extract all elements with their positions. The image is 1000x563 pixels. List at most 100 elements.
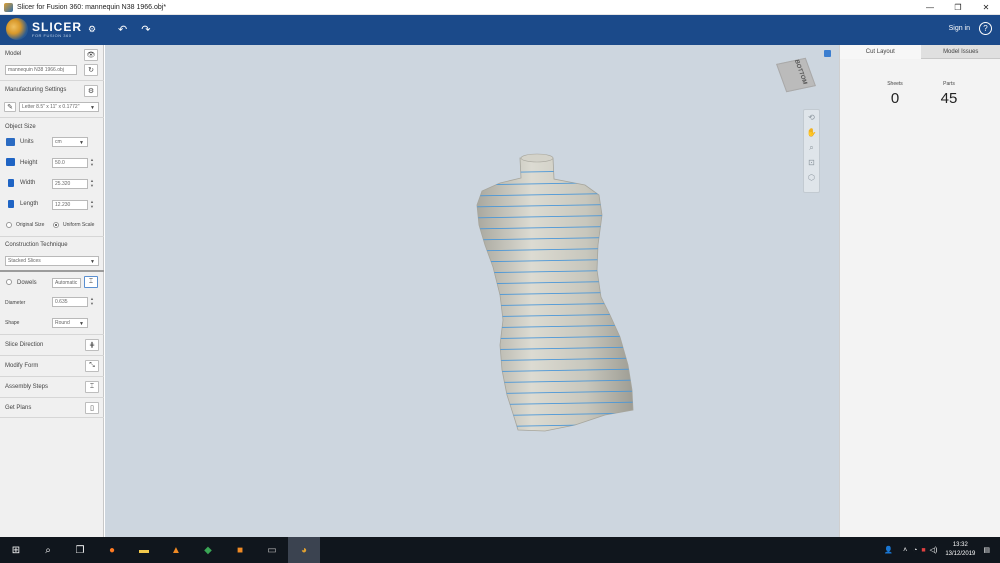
app-header: SLICER FOR FUSION 360 ⚙ ↶ ↷ Sign in ? (0, 15, 1000, 45)
assembly-steps-icon[interactable]: ⌶ (85, 381, 99, 393)
window-controls: — ❐ ✕ (916, 0, 1000, 15)
antivirus-icon[interactable]: ■ (921, 547, 925, 554)
slice-direction-item[interactable]: Slice Direction ⋕ (0, 334, 104, 355)
height-field[interactable]: 50.0 (52, 158, 88, 168)
chevron-down-icon: ▼ (79, 140, 84, 146)
task-view-icon[interactable]: ❐ (64, 537, 96, 563)
clock-date: 13/12/2019 (945, 551, 976, 557)
logo-name: SLICER (32, 19, 83, 34)
divider (0, 117, 104, 118)
notifications-icon[interactable]: ▤ (983, 546, 990, 554)
length-icon (8, 200, 14, 208)
parts-label: Parts (943, 81, 955, 87)
modify-form-label: Modify Form (5, 363, 39, 369)
uniform-scale-radio[interactable] (53, 222, 59, 228)
mannequin-model[interactable] (105, 45, 839, 537)
shape-label: Shape (5, 320, 20, 326)
construction-value: Stacked Slices (8, 258, 41, 264)
object-size-label: Object Size (5, 124, 36, 130)
tab-cut-layout[interactable]: Cut Layout (840, 45, 921, 59)
diameter-field[interactable]: 0.635 (52, 297, 88, 307)
3d-viewport[interactable]: BOTTOM ⟲ ✋ ⌕ ⊡ ⬡ (105, 45, 839, 537)
maximize-button[interactable]: ❐ (944, 0, 972, 15)
construction-technique-label: Construction Technique (5, 242, 68, 248)
dowels-radio[interactable] (6, 279, 12, 285)
units-label: Units (20, 139, 34, 145)
divider (0, 270, 104, 272)
gear-icon[interactable]: ⚙ (84, 85, 98, 97)
diameter-stepper[interactable]: ▲ ▼ (89, 296, 95, 307)
height-stepper[interactable]: ▲ ▼ (89, 157, 95, 168)
undo-icon[interactable]: ↶ (118, 23, 127, 36)
neck-top (520, 153, 554, 163)
redo-icon[interactable]: ↷ (141, 23, 150, 36)
modify-form-icon[interactable]: ⤡ (85, 360, 99, 372)
people-icon[interactable]: 👤 (884, 546, 893, 554)
shape-value: Round (55, 320, 70, 326)
system-tray: 👤 ˄ ◔ ■ ◁) 13:32 13/12/2019 ▤ (884, 537, 1000, 563)
units-icon (6, 138, 15, 146)
model-label: Model (5, 51, 22, 57)
modify-form-item[interactable]: Modify Form ⤡ (0, 355, 104, 376)
units-select[interactable]: cm ▼ (52, 137, 88, 147)
assembly-steps-item[interactable]: Assembly Steps ⌶ (0, 376, 104, 397)
construction-select[interactable]: Stacked Slices ▼ (5, 256, 99, 266)
parts-value: 45 (940, 90, 958, 107)
dowel-height-icon[interactable]: ⌶ (84, 276, 98, 288)
vlc-icon[interactable]: ▲ (160, 537, 192, 563)
length-stepper[interactable]: ▲ ▼ (89, 199, 95, 210)
divider (0, 80, 104, 81)
get-plans-item[interactable]: Get Plans ▯ (0, 397, 104, 418)
width-field[interactable]: 25.320 (52, 179, 88, 189)
slicer-taskbar-icon[interactable]: ◕ (288, 537, 320, 563)
network-icon[interactable]: ◔ (913, 547, 917, 554)
pencil-icon[interactable]: ✎ (4, 102, 16, 112)
model-file-field[interactable]: mannequin N38 1966.obj (5, 65, 77, 75)
sheets-value: 0 (890, 90, 900, 107)
width-stepper[interactable]: ▲ ▼ (89, 178, 95, 189)
shape-select[interactable]: Round ▼ (52, 318, 88, 328)
volume-icon[interactable]: ◁) (930, 546, 938, 554)
file-explorer-icon[interactable]: ▬ (128, 537, 160, 563)
taskbar: ⊞ ⌕ ❐ ● ▬ ▲ ◆ ■ ▭ ◕ 👤 ˄ ◔ ■ ◁) 13:32 13/… (0, 537, 1000, 563)
shield-app-icon[interactable]: ◆ (192, 537, 224, 563)
terminal-app-icon[interactable]: ▭ (256, 537, 288, 563)
close-button[interactable]: ✕ (972, 0, 1000, 15)
chevron-up-icon[interactable]: ˄ (903, 547, 907, 554)
settings-gear-icon[interactable]: ⚙ (88, 24, 96, 35)
fusion-app-icon[interactable]: ■ (224, 537, 256, 563)
width-icon (8, 179, 14, 187)
length-field[interactable]: 12.230 (52, 200, 88, 210)
reload-icon[interactable]: ↻ (84, 64, 98, 76)
manufacturing-value: Letter 8.5" x 11" x 0.1772" (22, 104, 80, 110)
manufacturing-settings-label: Manufacturing Settings (5, 87, 67, 93)
window-title: Slicer for Fusion 360: mannequin N38 196… (17, 3, 167, 11)
parts-stat: Parts 45 (929, 81, 969, 107)
original-size-radio[interactable] (6, 222, 12, 228)
dowels-mode[interactable]: Automatic (52, 278, 81, 288)
search-icon[interactable]: ⌕ (32, 537, 64, 563)
manufacturing-select[interactable]: Letter 8.5" x 11" x 0.1772" ▼ (19, 102, 99, 112)
minimize-button[interactable]: — (916, 0, 944, 15)
tab-model-issues[interactable]: Model Issues (920, 45, 1000, 59)
firefox-icon[interactable]: ● (96, 537, 128, 563)
chevron-down-icon: ▼ (90, 105, 95, 111)
eye-icon[interactable]: 👁 (84, 49, 98, 61)
clock[interactable]: 13:32 13/12/2019 (945, 541, 975, 559)
undo-redo: ↶ ↷ (118, 23, 150, 36)
right-tabs: Cut Layout Model Issues (840, 45, 1000, 59)
uniform-scale-label: Uniform Scale (63, 222, 95, 228)
get-plans-icon[interactable]: ▯ (85, 402, 99, 414)
assembly-steps-label: Assembly Steps (5, 384, 49, 390)
windows-start-icon[interactable]: ⊞ (0, 537, 32, 563)
diameter-label: Diameter (5, 300, 26, 306)
height-icon (6, 158, 15, 166)
chevron-down-icon: ▼ (90, 259, 95, 265)
height-label: Height (20, 160, 38, 166)
sign-in-link[interactable]: Sign in (949, 25, 970, 32)
title-bar: Slicer for Fusion 360: mannequin N38 196… (0, 0, 1000, 15)
dowels-label: Dowels (17, 280, 37, 286)
sheets-label: Sheets (887, 81, 903, 87)
slice-direction-icon[interactable]: ⋕ (85, 339, 99, 351)
help-icon[interactable]: ? (979, 22, 992, 35)
